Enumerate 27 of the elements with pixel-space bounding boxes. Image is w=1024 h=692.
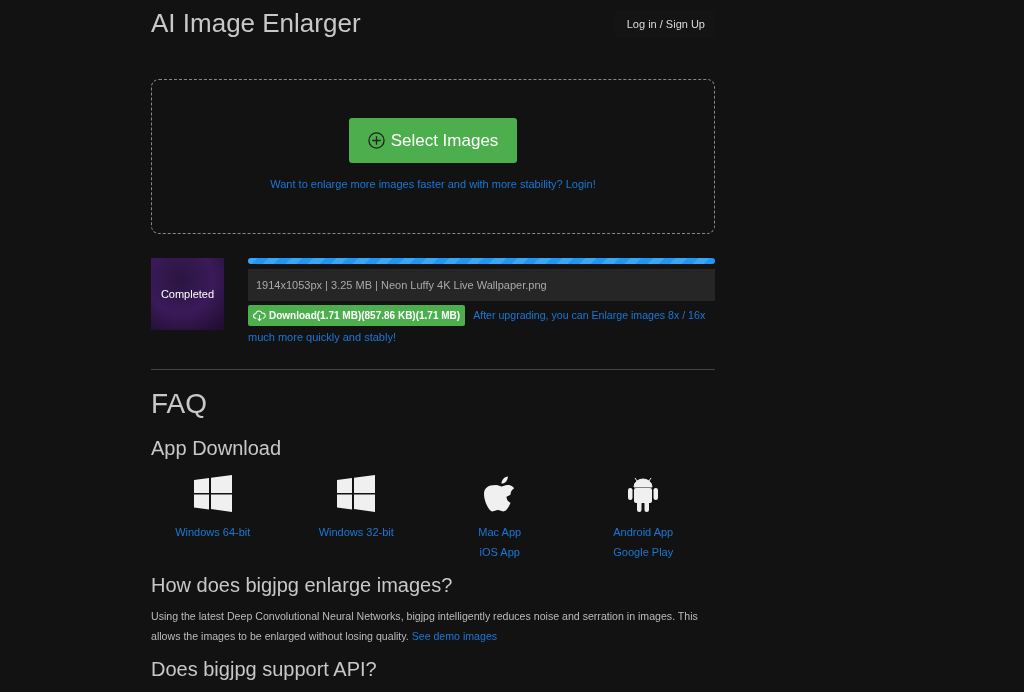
faq-heading: FAQ xyxy=(151,387,208,421)
apple-logo-icon xyxy=(483,475,516,512)
file-info: 1914x1053px | 3.25 MB | Neon Luffy 4K Live Wallpaper.png xyxy=(248,269,715,301)
app-download-link[interactable]: Google Play xyxy=(613,542,674,562)
login-link[interactable]: Want to enlarge more images faster and with more stability? Login! xyxy=(270,178,596,190)
page-title: AI Image Enlarger xyxy=(151,7,361,40)
app-download-link[interactable]: Windows 64-bit xyxy=(175,522,251,542)
demo-images-link[interactable]: See demo images xyxy=(411,630,498,642)
windows-logo-icon xyxy=(193,475,232,512)
section-heading: App Download xyxy=(151,436,283,461)
app-download-link[interactable]: Windows 32-bit xyxy=(318,522,394,542)
select-images-button[interactable]: Select Images xyxy=(348,118,518,163)
plus-circle-icon xyxy=(367,132,385,149)
download-button[interactable]: Download(1.71 MB)(857.86 KB)(1.71 MB) xyxy=(248,305,466,326)
app-download-link[interactable]: iOS App xyxy=(479,542,520,562)
app-download-link[interactable]: Android App xyxy=(613,522,674,542)
answer-paragraph: Using the latest Deep Convolutional Neural Networks, bigjpg intelligently reduces noise and serration in images. This allows the images to be enlarged without losing quality. See demo images xyxy=(151,609,699,644)
app-download-link[interactable]: Mac App xyxy=(478,522,522,542)
upgrade-link[interactable]: After upgrading, you can Enlarge images 8x / 16x xyxy=(473,306,706,325)
status-label: Completed xyxy=(160,288,215,300)
android-logo-icon xyxy=(627,475,660,512)
question-heading: How does bigjpg enlarge images? xyxy=(151,573,454,598)
windows-logo-icon xyxy=(337,475,376,512)
upgrade-link[interactable]: much more quickly and stably! xyxy=(248,331,396,343)
cloud-download-icon xyxy=(253,310,266,321)
upload-dropzone[interactable]: Select Images Want to enlarge more images faster and with more stability? Login! xyxy=(151,79,715,234)
question-heading: Does bigjpg support API? xyxy=(151,657,378,682)
